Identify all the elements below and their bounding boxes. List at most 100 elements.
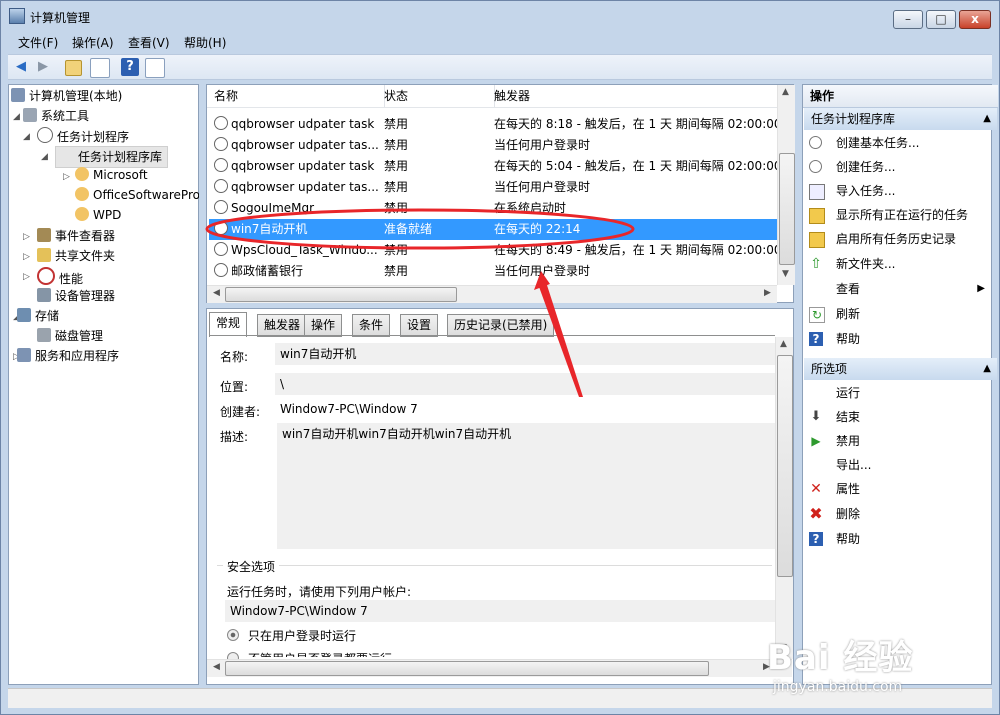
radio-run-when-logged-on[interactable] xyxy=(227,629,239,641)
tree-item-wpd[interactable]: WPD xyxy=(75,207,121,222)
task-scheduler-icon xyxy=(37,127,53,143)
detail-horizontal-scroll-thumb[interactable] xyxy=(225,661,709,676)
section-task-scheduler-library[interactable]: 任务计划程序库 ▲ xyxy=(804,108,997,130)
forward-arrow-icon[interactable]: ▶ xyxy=(34,58,52,76)
table-row-selected[interactable]: win7自动开机 准备就绪 在每天的 22:14 xyxy=(209,219,777,240)
expand-arrow-icon[interactable]: ▷ xyxy=(63,172,70,182)
tree-item-task-scheduler[interactable]: 任务计划程序 xyxy=(37,127,129,145)
location-field[interactable]: \ xyxy=(275,373,777,395)
tree-item-storage[interactable]: 存储 xyxy=(17,307,59,324)
scroll-left-arrow-icon[interactable]: ◀ xyxy=(209,662,224,672)
collapse-arrow-icon[interactable]: ◢ xyxy=(23,132,30,142)
table-row[interactable]: 邮政储蓄银行 禁用 当任何用户登录时 xyxy=(209,261,777,282)
tab-history[interactable]: 历史记录(已禁用) xyxy=(447,314,555,337)
device-manager-icon xyxy=(37,288,51,302)
tab-settings[interactable]: 设置 xyxy=(400,314,439,337)
scroll-down-arrow-icon[interactable]: ▼ xyxy=(778,269,793,279)
tab-general[interactable]: 常规 xyxy=(209,312,248,337)
expand-arrow-icon[interactable]: ▷ xyxy=(23,272,30,282)
location-label: 位置: xyxy=(220,380,249,394)
show-hide-action-pane-icon[interactable] xyxy=(145,58,165,78)
description-field[interactable]: win7自动开机win7自动开机win7自动开机 xyxy=(277,423,777,549)
collapse-arrow-icon[interactable]: ◢ xyxy=(13,112,20,122)
section-selected-item[interactable]: 所选项 ▲ xyxy=(804,358,997,380)
show-hide-tree-icon[interactable] xyxy=(90,58,110,78)
close-button[interactable]: x xyxy=(959,10,991,29)
tab-conditions[interactable]: 条件 xyxy=(352,314,391,337)
column-header-trigger[interactable]: 触发器 xyxy=(487,85,784,107)
tree-item-computer-management[interactable]: 计算机管理(本地) xyxy=(11,87,122,104)
table-row[interactable]: SogouImeMgr 禁用 在系统启动时 xyxy=(209,198,777,219)
column-header-name[interactable]: 名称 xyxy=(207,85,385,107)
tree-item-officesoftwareprotection[interactable]: OfficeSoftwareProt xyxy=(75,187,199,202)
menu-file[interactable]: 文件(F) xyxy=(18,34,58,51)
author-label: 创建者: xyxy=(220,405,261,419)
list-header: 名称 状态 触发器 xyxy=(207,85,777,108)
run-as-label: 运行任务时，请使用下列用户帐户: xyxy=(227,585,412,599)
actions-header: 操作 xyxy=(803,85,998,108)
tree-item-device-manager[interactable]: 设备管理器 xyxy=(37,287,115,304)
submenu-arrow-icon: ▶ xyxy=(977,283,985,294)
tree-item-disk-management[interactable]: 磁盘管理 xyxy=(37,327,103,344)
tree-item-shared-folders[interactable]: 共享文件夹 xyxy=(37,247,115,264)
list-vertical-scrollbar[interactable]: ▲ ▼ xyxy=(777,85,795,285)
table-row[interactable]: WpsCloud_Task_Windo... 禁用 在每天的 8:49 - 触发后，… xyxy=(209,240,777,261)
tab-actions[interactable]: 操作 xyxy=(304,314,343,337)
radio-label-run-when-logged-on: 只在用户登录时运行 xyxy=(248,629,357,643)
task-folder-icon xyxy=(75,167,89,181)
run-as-account-field[interactable]: Window7-PC\Window 7 xyxy=(225,600,777,622)
scroll-up-arrow-icon[interactable]: ▲ xyxy=(778,87,793,97)
collapse-section-icon[interactable]: ▲ xyxy=(983,108,991,130)
column-header-status[interactable]: 状态 xyxy=(377,85,495,107)
scroll-left-arrow-icon[interactable]: ◀ xyxy=(209,288,224,298)
detail-horizontal-scrollbar[interactable]: ◀ ▶ xyxy=(207,659,792,677)
radio-label-run-whether-logged-on: 不管用户是否登录都要运行 xyxy=(248,650,392,657)
up-folder-icon[interactable] xyxy=(65,60,82,76)
help-icon[interactable]: ? xyxy=(121,58,139,76)
tree-item-event-viewer[interactable]: 事件查看器 xyxy=(37,227,115,244)
expand-arrow-icon[interactable]: ▷ xyxy=(23,252,30,262)
table-row[interactable]: qqbrowser udpater task 禁用 在每天的 8:18 - 触发后，… xyxy=(209,114,777,135)
list-horizontal-scrollbar[interactable]: ◀ ▶ xyxy=(207,285,777,303)
storage-icon xyxy=(17,308,31,322)
baidu-watermark: Bai 经验 jingyan.baidu.com xyxy=(767,630,913,695)
task-detail-pane: 常规 触发器 操作 条件 设置 历史记录(已禁用) 名称: win7自动开机 位… xyxy=(206,308,794,685)
list-horizontal-scroll-thumb[interactable] xyxy=(225,287,457,302)
back-arrow-icon[interactable]: ◀ xyxy=(12,58,30,76)
toolbar: ◀ ▶ ? xyxy=(8,54,992,80)
scroll-up-arrow-icon[interactable]: ▲ xyxy=(776,339,791,349)
computer-management-app-icon xyxy=(9,8,25,24)
table-row[interactable]: qqbrowser updater task 禁用 在每天的 5:04 - 触发后，… xyxy=(209,156,777,177)
task-icon xyxy=(214,242,228,256)
author-field[interactable]: Window7-PC\Window 7 xyxy=(275,398,777,420)
tree-item-performance[interactable]: 性能 xyxy=(37,267,83,287)
navigation-tree: 计算机管理(本地) ◢ 系统工具 ◢ 任务计划程序 ◢ 任务计划程序库 ▷ Mi… xyxy=(8,84,199,685)
menu-help[interactable]: 帮助(H) xyxy=(184,34,226,51)
name-field[interactable]: win7自动开机 xyxy=(275,343,777,365)
tree-item-services-and-applications[interactable]: 服务和应用程序 xyxy=(17,347,119,364)
tree-item-system-tools[interactable]: 系统工具 xyxy=(23,107,89,124)
list-vertical-scroll-thumb[interactable] xyxy=(779,153,795,265)
tab-triggers[interactable]: 触发器 xyxy=(257,314,308,337)
detail-vertical-scroll-thumb[interactable] xyxy=(777,355,793,577)
menu-view[interactable]: 查看(V) xyxy=(128,34,170,51)
maximize-button[interactable]: □ xyxy=(926,10,956,29)
scroll-right-arrow-icon[interactable]: ▶ xyxy=(760,288,775,298)
table-row[interactable]: qqbrowser updater tas... 禁用 当任何用户登录时 xyxy=(209,177,777,198)
minimize-button[interactable]: – xyxy=(893,10,923,29)
window-title: 计算机管理 xyxy=(30,11,91,25)
collapse-section-icon[interactable]: ▲ xyxy=(983,358,991,380)
detail-vertical-scrollbar[interactable]: ▲ ▼ xyxy=(775,337,793,659)
action-view[interactable]: 查看 ▶ xyxy=(809,278,985,300)
expand-arrow-icon[interactable]: ▷ xyxy=(23,232,30,242)
menu-action[interactable]: 操作(A) xyxy=(72,34,114,51)
collapse-arrow-icon[interactable]: ◢ xyxy=(41,152,48,162)
task-icon xyxy=(214,221,228,235)
computer-management-icon xyxy=(11,88,25,102)
watermark-brand: Bai 经验 xyxy=(767,638,914,678)
tree-item-microsoft[interactable]: Microsoft xyxy=(75,167,148,182)
shared-folders-icon xyxy=(37,248,51,262)
tree-item-task-scheduler-library[interactable]: 任务计划程序库 xyxy=(55,146,169,168)
table-row[interactable]: qqbrowser udpater tas... 禁用 当任何用户登录时 xyxy=(209,135,777,156)
new-folder-icon: ⇧ xyxy=(810,256,822,272)
